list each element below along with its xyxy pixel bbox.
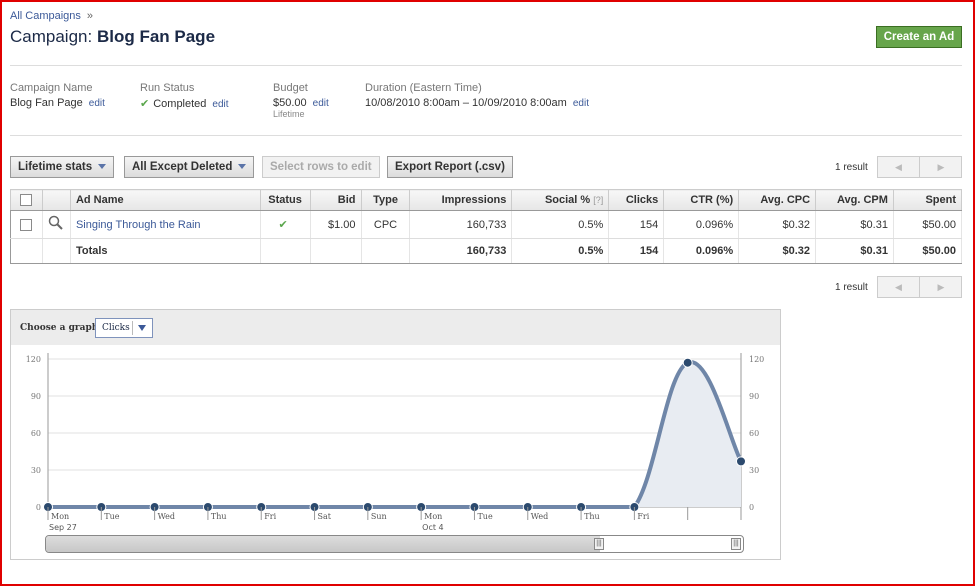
x-tick-label: Sun bbox=[371, 512, 387, 521]
range-end-handle[interactable]: ||| bbox=[731, 538, 741, 550]
y-tick-label-right: 90 bbox=[749, 392, 759, 401]
x-tick-label: Wed bbox=[158, 512, 175, 521]
y-tick-label-right: 60 bbox=[749, 429, 759, 438]
y-tick-label-left: 90 bbox=[31, 392, 41, 401]
data-point bbox=[682, 357, 693, 368]
x-tick-label: Tue bbox=[104, 512, 119, 521]
chart-range-scrollbar[interactable]: ||| ||| bbox=[45, 535, 744, 553]
y-tick-label-left: 60 bbox=[31, 429, 41, 438]
series-area bbox=[48, 362, 741, 507]
x-tick-label: Thu bbox=[584, 512, 600, 521]
x-tick-sublabel: Sep 27 bbox=[49, 523, 77, 532]
series-line bbox=[47, 360, 743, 510]
scrollbar-track[interactable] bbox=[46, 536, 600, 552]
x-tick-label: Tue bbox=[477, 512, 492, 521]
y-tick-label-left: 30 bbox=[31, 466, 41, 475]
data-point bbox=[736, 456, 746, 467]
x-tick-label: Mon bbox=[424, 512, 442, 521]
range-start-handle[interactable]: ||| bbox=[594, 538, 604, 550]
x-tick-label: Thu bbox=[211, 512, 227, 521]
y-tick-label-left: 120 bbox=[26, 355, 41, 364]
y-tick-label-right: 0 bbox=[749, 503, 754, 512]
y-tick-label-right: 30 bbox=[749, 466, 759, 475]
x-tick-label: Mon bbox=[51, 512, 69, 521]
x-tick-label: Fri bbox=[637, 512, 649, 521]
clicks-chart: 0 0 30 30 60 60 90 90 120 120 Mon Sep 27 Tue Wed Thu Fr… bbox=[26, 353, 764, 532]
y-tick-label-left: 0 bbox=[36, 503, 41, 512]
y-tick-label-right: 120 bbox=[749, 355, 764, 364]
x-tick-label: Sat bbox=[318, 512, 332, 521]
x-tick-label: Fri bbox=[264, 512, 276, 521]
x-tick-label: Wed bbox=[531, 512, 548, 521]
x-tick-sublabel: Oct 4 bbox=[422, 523, 443, 532]
